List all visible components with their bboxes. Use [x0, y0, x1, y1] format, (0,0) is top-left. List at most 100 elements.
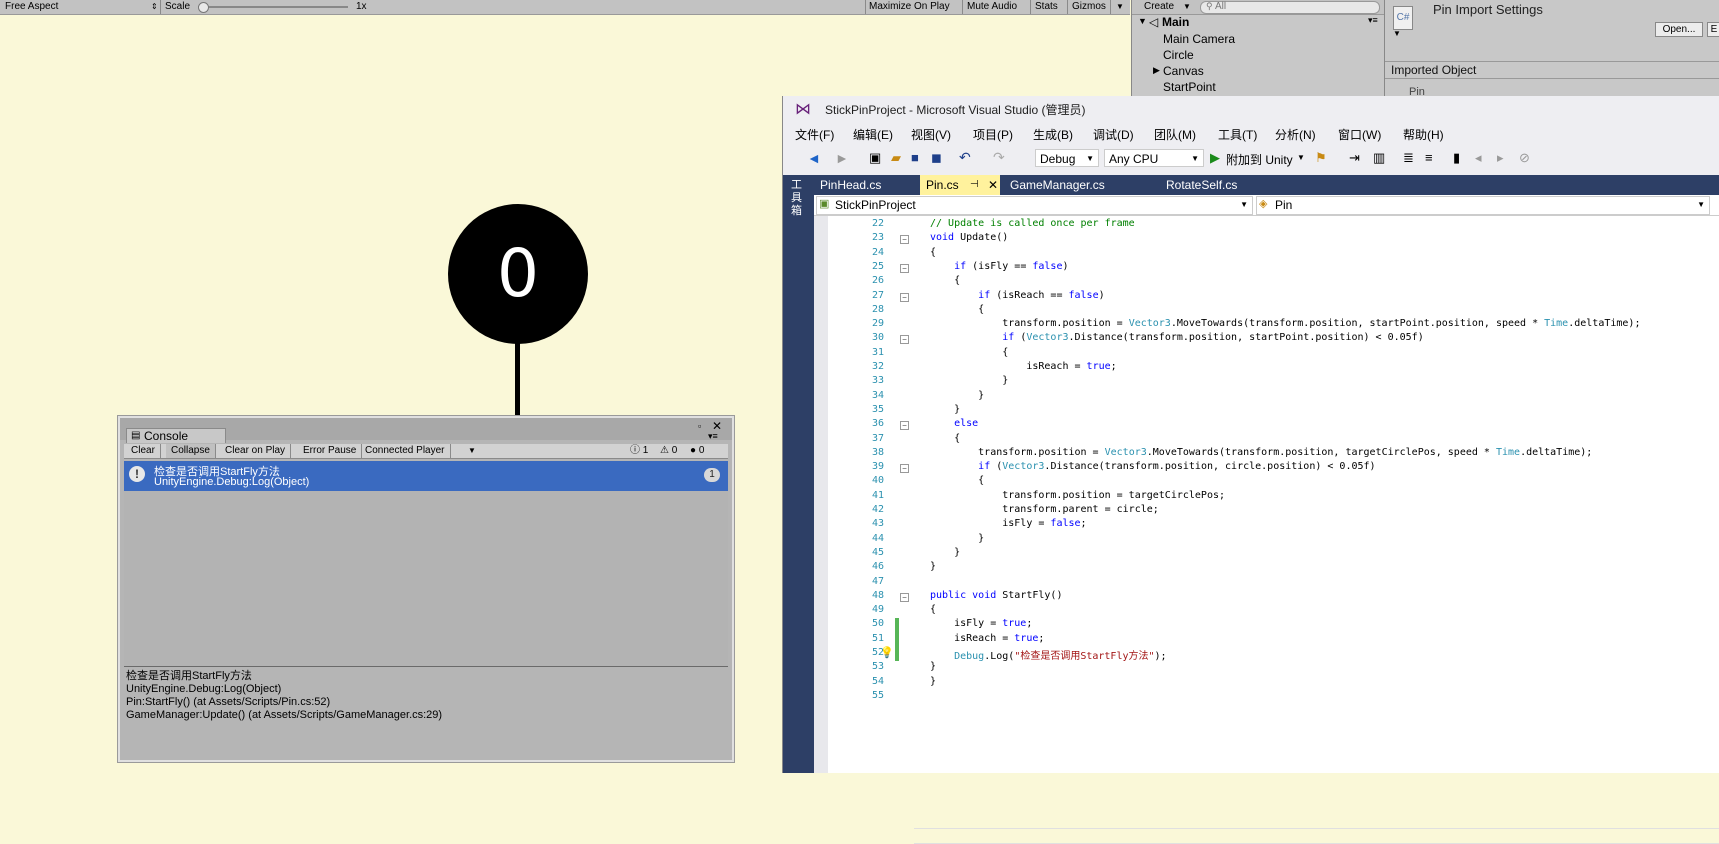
collapse-toggle-icon[interactable]: − — [900, 292, 909, 302]
menu-project[interactable]: 项目(P) — [973, 125, 1013, 145]
code-line[interactable]: isReach = true; — [930, 361, 1116, 372]
menu-edit[interactable]: 编辑(E) — [853, 125, 893, 145]
collapse-toggle[interactable]: Collapse — [166, 444, 216, 458]
connected-player-arrow-icon[interactable]: ▼ — [468, 444, 476, 458]
code-line[interactable]: isFly = true; — [930, 618, 1032, 629]
error-pause-toggle[interactable]: Error Pause — [298, 444, 363, 458]
code-line[interactable]: if (Vector3.Distance(transform.position,… — [930, 332, 1423, 343]
hierarchy-item[interactable]: Main Camera — [1163, 32, 1235, 46]
attach-to-unity-button[interactable]: 附加到 Unity — [1226, 151, 1293, 168]
redo-icon[interactable]: ↷ — [993, 149, 1005, 166]
code-line[interactable]: { — [930, 304, 984, 315]
console-menu-icon[interactable]: ▾≡ — [708, 431, 718, 442]
console-divider[interactable] — [124, 666, 728, 667]
menu-view[interactable]: 视图(V) — [911, 125, 951, 145]
play-icon[interactable]: ▶ — [1210, 150, 1220, 166]
platform-dropdown[interactable]: Any CPU ▼ — [1104, 149, 1204, 167]
aspect-dropdown[interactable]: Free Aspect — [5, 0, 58, 14]
code-line[interactable]: } — [930, 375, 1008, 386]
code-line[interactable]: // Update is called once per frame — [930, 218, 1135, 229]
bookmark-icon[interactable]: ▮ — [1453, 150, 1460, 166]
console-tab[interactable]: ▤ Console — [126, 428, 226, 443]
code-line[interactable]: { — [930, 604, 936, 615]
stats-toggle[interactable]: Stats — [1035, 0, 1058, 14]
create-dropdown[interactable]: Create — [1144, 0, 1174, 14]
layout-icon[interactable]: ▥ — [1373, 150, 1385, 166]
back-icon[interactable]: ◄ — [807, 150, 821, 166]
code-line[interactable]: } — [930, 533, 984, 544]
collapse-toggle-icon[interactable]: − — [900, 421, 909, 431]
menu-analyze[interactable]: 分析(N) — [1275, 125, 1316, 145]
code-line[interactable]: } — [930, 561, 936, 572]
code-line[interactable]: transform.parent = circle; — [930, 504, 1159, 515]
attach-dropdown-arrow-icon[interactable]: ▼ — [1297, 153, 1305, 162]
code-line[interactable]: { — [930, 347, 1008, 358]
hierarchy-search-field[interactable]: ⚲ All — [1200, 1, 1380, 14]
code-line[interactable]: if (Vector3.Distance(transform.position,… — [930, 461, 1375, 472]
code-line[interactable]: transform.position = targetCirclePos; — [930, 490, 1225, 501]
code-line[interactable]: void Update() — [930, 232, 1008, 243]
code-line[interactable]: else — [930, 418, 978, 429]
find-icon[interactable]: ⚑ — [1315, 150, 1327, 166]
open-file-icon[interactable]: ▰ — [891, 150, 901, 166]
menu-help[interactable]: 帮助(H) — [1403, 125, 1444, 145]
menu-tools[interactable]: 工具(T) — [1218, 125, 1257, 145]
save-icon[interactable]: ■ — [911, 150, 919, 165]
indent-right-icon[interactable]: ≡ — [1425, 150, 1433, 165]
indent-left-icon[interactable]: ≣ — [1403, 150, 1414, 166]
collapse-toggle-icon[interactable]: − — [900, 464, 909, 474]
tab-gamemanager[interactable]: GameManager.cs — [1004, 175, 1111, 195]
pin-tab-icon[interactable]: ⊣ — [970, 175, 979, 195]
scale-slider-track[interactable] — [198, 6, 348, 8]
collapse-arrow-icon[interactable]: ▼ — [1393, 29, 1401, 38]
console-log-entry[interactable]: ! 检查是否调用StartFly方法 UnityEngine.Debug:Log… — [124, 461, 728, 491]
code-line[interactable]: { — [930, 475, 984, 486]
code-line[interactable]: } — [930, 676, 936, 687]
code-line[interactable]: public void StartFly() — [930, 590, 1062, 601]
undo-icon[interactable]: ↶ — [959, 149, 971, 166]
project-dropdown[interactable]: ▣ StickPinProject ▼ — [816, 196, 1253, 215]
mute-audio-toggle[interactable]: Mute Audio — [967, 0, 1017, 14]
tab-pinhead[interactable]: PinHead.cs — [814, 175, 887, 195]
aspect-dropdown-arrow-icon[interactable]: ⇕ — [151, 0, 158, 14]
warning-filter-toggle[interactable]: ⚠ 0 — [660, 444, 677, 458]
gizmos-dropdown[interactable]: Gizmos — [1072, 0, 1106, 14]
scale-slider-handle[interactable] — [198, 2, 209, 13]
menu-build[interactable]: 生成(B) — [1033, 125, 1073, 145]
code-line[interactable]: if (isFly == false) — [930, 261, 1068, 272]
code-line[interactable]: Debug.Log("检查是否调用StartFly方法"); — [930, 647, 1166, 662]
menu-file[interactable]: 文件(F) — [795, 125, 834, 145]
code-line[interactable]: { — [930, 247, 936, 258]
code-line[interactable]: } — [930, 547, 960, 558]
hierarchy-item[interactable]: Canvas — [1163, 64, 1204, 78]
scene-name[interactable]: Main — [1162, 15, 1189, 29]
connected-player-dropdown[interactable]: Connected Player — [360, 444, 451, 458]
code-line[interactable]: } — [930, 390, 984, 401]
canvas-expand-arrow-icon[interactable]: ▶ — [1153, 65, 1160, 76]
detail-line[interactable]: Pin:StartFly() (at Assets/Scripts/Pin.cs… — [124, 696, 728, 709]
code-line[interactable]: } — [930, 404, 960, 415]
maximize-icon[interactable]: ▫ — [698, 421, 701, 431]
scene-menu-icon[interactable]: ▾≡ — [1368, 15, 1378, 26]
collapse-toggle-icon[interactable]: − — [900, 335, 909, 345]
toolbox-tab[interactable]: 工具箱 — [791, 179, 805, 218]
menu-team[interactable]: 团队(M) — [1154, 125, 1196, 145]
error-filter-toggle[interactable]: ● 0 — [690, 444, 704, 458]
code-line[interactable]: } — [930, 661, 936, 672]
code-line[interactable]: transform.position = Vector3.MoveTowards… — [930, 447, 1592, 458]
collapse-toggle-icon[interactable]: − — [900, 263, 909, 273]
prev-bookmark-icon[interactable]: ◂ — [1475, 150, 1482, 166]
tab-pin[interactable]: Pin.cs ⊣ ✕ — [920, 175, 1000, 195]
code-line[interactable]: transform.position = Vector3.MoveTowards… — [930, 318, 1640, 329]
code-line[interactable]: if (isReach == false) — [930, 290, 1104, 301]
step-icon[interactable]: ⇥ — [1349, 150, 1360, 166]
code-line[interactable]: isReach = true; — [930, 633, 1044, 644]
gizmos-dropdown-arrow-icon[interactable]: ▼ — [1116, 0, 1124, 14]
save-all-icon[interactable]: ◼ — [931, 150, 942, 166]
clear-on-play-toggle[interactable]: Clear on Play — [220, 444, 292, 458]
close-tab-icon[interactable]: ✕ — [988, 175, 998, 195]
code-editor[interactable]: 22 // Update is called once per frame 23 vo… — [814, 216, 1719, 844]
hierarchy-item[interactable]: StartPoint — [1163, 80, 1216, 94]
open-button[interactable]: Open... — [1655, 22, 1703, 37]
new-project-icon[interactable]: ▣ — [869, 150, 881, 166]
